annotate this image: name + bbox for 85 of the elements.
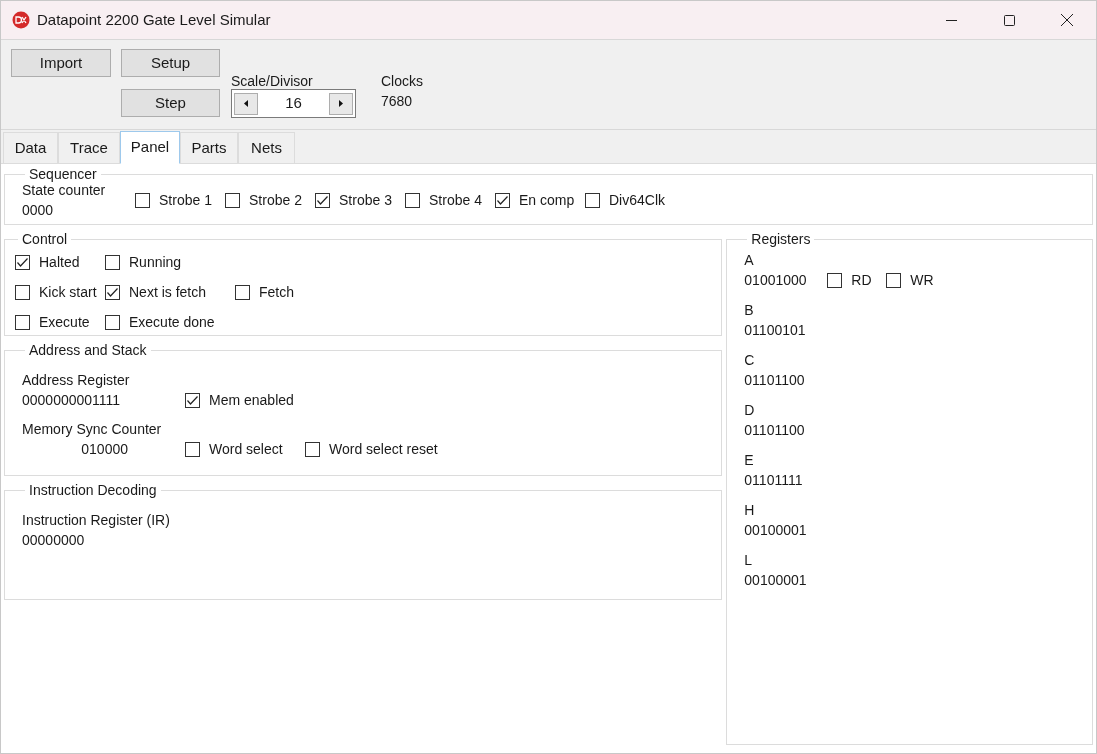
- register-name: C: [744, 351, 756, 370]
- register-name: H: [744, 501, 756, 520]
- checkbox[interactable]: [105, 284, 120, 300]
- right-arrow-icon: [339, 100, 343, 107]
- checkbox[interactable]: [585, 192, 600, 208]
- minimize-icon: [945, 19, 957, 21]
- checkbox-label: En comp: [519, 190, 575, 210]
- checkbox[interactable]: [105, 314, 120, 330]
- group-title: Address and Stack: [28, 341, 148, 359]
- clocks-label: Clocks: [381, 72, 423, 91]
- checkbox-label: Strobe 2: [249, 190, 302, 210]
- close-icon: [1061, 14, 1073, 26]
- checkbox-label: Div64Clk: [609, 190, 665, 210]
- field-label: Instruction Register (IR): [22, 511, 171, 530]
- checkbox-label: Fetch: [259, 282, 294, 302]
- checkbox-label: Word select reset: [329, 439, 438, 459]
- register-value: 01100101: [744, 321, 807, 340]
- register-name: E: [744, 451, 755, 470]
- group-title: Registers: [750, 230, 812, 248]
- tab[interactable]: Parts: [180, 132, 238, 163]
- setup-button[interactable]: Setup: [121, 49, 220, 77]
- checkbox-label: Strobe 3: [339, 190, 392, 210]
- tab[interactable]: Trace: [58, 132, 120, 163]
- checkbox[interactable]: [105, 254, 120, 270]
- field-value: 0000: [22, 201, 55, 220]
- app-logo-icon: [12, 11, 30, 29]
- step-button[interactable]: Step: [121, 89, 220, 117]
- register-name: A: [744, 251, 755, 270]
- group-title: Sequencer: [28, 165, 98, 183]
- checkbox-label: Word select: [209, 439, 283, 459]
- decrement-button[interactable]: [234, 92, 258, 115]
- checkbox-label: Running: [129, 252, 182, 272]
- checkbox-label: Kick start: [39, 282, 97, 302]
- register-name: B: [744, 301, 755, 320]
- register-value: 01101111: [744, 471, 804, 490]
- checkbox-label: WR: [910, 271, 934, 290]
- increment-button[interactable]: [329, 92, 353, 115]
- tab[interactable]: Panel: [120, 131, 180, 164]
- register-value: 00100001: [744, 521, 808, 540]
- checkbox-label: Mem enabled: [209, 390, 294, 410]
- checkbox[interactable]: [185, 441, 200, 457]
- checkbox[interactable]: [235, 284, 250, 300]
- checkbox[interactable]: [225, 192, 240, 208]
- register-value: 01101100: [744, 371, 806, 390]
- register-name: L: [744, 551, 754, 570]
- field-label: State counter: [22, 182, 107, 200]
- checkbox-label: Strobe 4: [429, 190, 482, 210]
- checkbox[interactable]: [305, 441, 320, 457]
- checkbox-label: Strobe 1: [159, 190, 212, 210]
- field-label: Address Register: [22, 371, 131, 390]
- checkbox[interactable]: [827, 272, 843, 288]
- checkbox[interactable]: [405, 192, 420, 208]
- checkbox[interactable]: [886, 272, 902, 288]
- field-value: 00000000: [22, 531, 86, 550]
- field-value: 0000000001111: [22, 391, 122, 410]
- register-name: D: [744, 401, 756, 420]
- checkbox[interactable]: [315, 192, 330, 208]
- checkbox-label: Next is fetch: [129, 282, 207, 302]
- scale-value: 16: [284, 93, 303, 114]
- group-title: Control: [21, 230, 69, 248]
- checkbox-label: RD: [851, 271, 872, 290]
- checkbox[interactable]: [185, 392, 200, 408]
- checkbox-label: Halted: [39, 252, 80, 272]
- clocks-value: 7680: [381, 92, 414, 111]
- window-title: Datapoint 2200 Gate Level Simular: [37, 9, 271, 30]
- checkbox[interactable]: [135, 192, 150, 208]
- register-value: 00100001: [744, 571, 808, 590]
- field-value: 010000: [80, 440, 128, 459]
- tab[interactable]: Nets: [238, 132, 295, 163]
- checkbox[interactable]: [15, 284, 30, 300]
- checkbox-label: Execute done: [129, 312, 215, 332]
- group-title: Instruction Decoding: [28, 481, 158, 499]
- field-label: Memory Sync Counter: [22, 420, 163, 439]
- import-button[interactable]: Import: [11, 49, 111, 77]
- checkbox-label: Execute: [39, 312, 90, 332]
- scale-spinner[interactable]: 16: [231, 89, 356, 118]
- checkbox[interactable]: [15, 254, 30, 270]
- tab[interactable]: Data: [3, 132, 58, 163]
- register-value: 01001000: [744, 271, 808, 290]
- checkbox[interactable]: [15, 314, 30, 330]
- checkbox[interactable]: [495, 192, 510, 208]
- maximize-icon: [1003, 14, 1015, 26]
- register-value: 01101100: [744, 421, 806, 440]
- scale-label: Scale/Divisor: [231, 72, 314, 90]
- left-arrow-icon: [244, 100, 248, 107]
